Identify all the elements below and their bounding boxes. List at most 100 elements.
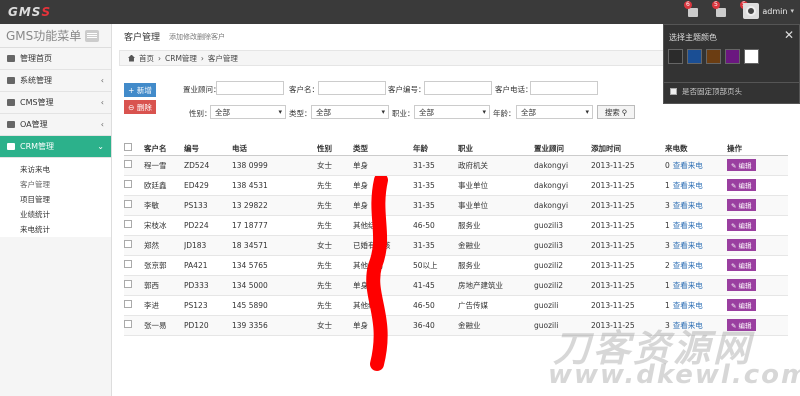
chevron-down-icon: ▾ [278, 108, 282, 116]
edit-button[interactable]: ✎ 编辑 [727, 259, 756, 271]
table-row[interactable]: 宋枝冰 PD224 17 18777 先生 其他结构 46-50 服务业 guozili3 20… [124, 215, 788, 236]
breadcrumb-crm[interactable]: CRM管理 [165, 53, 197, 64]
cell-name[interactable]: 程一雪 [144, 155, 184, 176]
submenu-item-projects[interactable]: 项目管理 [0, 192, 111, 207]
theme-swatch-blue[interactable] [687, 49, 702, 64]
row-checkbox[interactable] [124, 160, 132, 168]
edit-icon: ✎ [731, 202, 739, 210]
cell-job: 服务业 [458, 255, 534, 276]
add-button[interactable]: + 新增 [124, 83, 156, 97]
notification-icon[interactable]: 6 [684, 1, 700, 17]
theme-swatch-purple[interactable] [725, 49, 740, 64]
age-select[interactable]: 全部 ▾ [516, 105, 593, 119]
job-select[interactable]: 全部 ▾ [414, 105, 490, 119]
sidebar-item-cms[interactable]: CMS管理 ‹ [0, 92, 111, 114]
message-badge: 5 [712, 1, 720, 9]
call-count: 3 [665, 240, 670, 250]
row-checkbox[interactable] [124, 240, 132, 248]
row-checkbox[interactable] [124, 200, 132, 208]
cell-name[interactable]: 宋枝冰 [144, 215, 184, 236]
view-calls-link[interactable]: 查看来电 [673, 161, 703, 170]
row-checkbox[interactable] [124, 260, 132, 268]
table-row[interactable]: 程一雪 ZD524 138 0999 女士 单身 31-35 政府机关 dakongyi 201… [124, 155, 788, 176]
view-calls-link[interactable]: 查看来电 [673, 301, 703, 310]
menu-toggle-icon[interactable] [85, 29, 100, 42]
fixed-header-toggle[interactable]: 是否固定顶部页头 [670, 86, 742, 97]
cell-name[interactable]: 张一易 [144, 315, 184, 336]
sidebar-item-system[interactable]: 系统管理 ‹ [0, 70, 111, 92]
cell-gender: 先生 [317, 295, 353, 316]
cell-code: PD120 [184, 315, 232, 336]
search-button[interactable]: 搜索 ⚲ [597, 105, 635, 119]
customer-code-input[interactable] [424, 81, 492, 95]
document-icon [7, 121, 15, 128]
view-calls-link[interactable]: 查看来电 [673, 221, 703, 230]
view-calls-link[interactable]: 查看来电 [673, 241, 703, 250]
chevron-down-icon: ▾ [585, 108, 589, 116]
edit-button[interactable]: ✎ 编辑 [727, 239, 756, 251]
fixed-header-checkbox[interactable] [670, 88, 677, 95]
view-calls-link[interactable]: 查看来电 [673, 181, 703, 190]
cell-name[interactable]: 张京郭 [144, 255, 184, 276]
cell-job: 服务业 [458, 215, 534, 236]
view-calls-link[interactable]: 查看来电 [673, 201, 703, 210]
cell-age: 46-50 [413, 215, 458, 236]
type-select[interactable]: 全部 ▾ [311, 105, 389, 119]
customer-phone-input[interactable] [530, 81, 598, 95]
row-checkbox[interactable] [124, 180, 132, 188]
cell-name[interactable]: 郭西 [144, 275, 184, 296]
cell-name[interactable]: 欧廷鑫 [144, 175, 184, 196]
customer-name-input[interactable] [318, 81, 386, 95]
select-all-checkbox[interactable] [124, 143, 132, 152]
table-row[interactable]: 李进 PS123 145 5890 先生 其他结构 46-50 广告传媒 guozili 201… [124, 295, 788, 316]
row-checkbox[interactable] [124, 300, 132, 308]
cell-name[interactable]: 李进 [144, 295, 184, 316]
theme-swatch-white[interactable] [744, 49, 759, 64]
table-row[interactable]: 欧廷鑫 ED429 138 4531 先生 单身 31-35 事业单位 dakongyi 201… [124, 175, 788, 196]
table-row[interactable]: 郭西 PD333 134 5000 先生 单身 41-45 房地产建筑业 guozili2 20… [124, 275, 788, 296]
consultant-input[interactable] [216, 81, 284, 95]
message-icon[interactable]: 5 [712, 1, 728, 17]
user-menu[interactable]: admin ▾ [743, 3, 794, 19]
edit-button[interactable]: ✎ 编辑 [727, 299, 756, 311]
call-count: 1 [665, 280, 670, 290]
sidebar-item-oa[interactable]: OA管理 ‹ [0, 114, 111, 136]
delete-button[interactable]: ⊖ 删除 [124, 100, 156, 114]
view-calls-link[interactable]: 查看来电 [673, 261, 703, 270]
edit-button[interactable]: ✎ 编辑 [727, 159, 756, 171]
view-calls-link[interactable]: 查看来电 [673, 281, 703, 290]
cell-age: 50以上 [413, 255, 458, 276]
edit-label: 编辑 [738, 262, 752, 270]
edit-label: 编辑 [738, 182, 752, 190]
table-row[interactable]: 李敏 PS133 13 29822 先生 单身 31-35 事业单位 dakongyi 2013… [124, 195, 788, 216]
table-row[interactable]: 张京郭 PA421 134 5765 先生 其他结构 50以上 服务业 guozili2 201… [124, 255, 788, 276]
submenu-item-visits[interactable]: 来访来电 [0, 162, 111, 177]
row-checkbox-cell [124, 275, 144, 296]
cell-age: 36-40 [413, 315, 458, 336]
submenu-item-call-stats[interactable]: 来电统计 [0, 222, 111, 237]
edit-button[interactable]: ✎ 编辑 [727, 179, 756, 191]
select-all-checkbox-cell[interactable] [124, 142, 144, 156]
row-checkbox[interactable] [124, 220, 132, 228]
cell-name[interactable]: 郑然 [144, 235, 184, 256]
close-icon[interactable]: ✕ [784, 28, 794, 42]
sidebar-item-home[interactable]: 管理首页 [0, 48, 111, 70]
app-logo[interactable]: GMS S [8, 5, 50, 19]
cell-actions: ✎ 编辑 [727, 275, 788, 296]
gender-select[interactable]: 全部 ▾ [210, 105, 286, 119]
edit-button[interactable]: ✎ 编辑 [727, 219, 756, 231]
table-row[interactable]: 郑然 JD183 18 34571 女士 已婚有小孩 31-35 金融业 guozili3 20… [124, 235, 788, 256]
row-checkbox[interactable] [124, 280, 132, 288]
row-checkbox[interactable] [124, 320, 132, 328]
sidebar-item-crm[interactable]: CRM管理 ⌄ [0, 136, 111, 158]
edit-button[interactable]: ✎ 编辑 [727, 199, 756, 211]
call-count: 1 [665, 180, 670, 190]
submenu-item-customers[interactable]: 客户管理 [0, 177, 111, 192]
cell-name[interactable]: 李敏 [144, 195, 184, 216]
cell-calls: 1 查看来电 [665, 295, 727, 316]
submenu-item-performance[interactable]: 业绩统计 [0, 207, 111, 222]
theme-swatch-dark[interactable] [668, 49, 683, 64]
breadcrumb-home[interactable]: 首页 [139, 53, 154, 64]
theme-swatch-brown[interactable] [706, 49, 721, 64]
edit-button[interactable]: ✎ 编辑 [727, 279, 756, 291]
